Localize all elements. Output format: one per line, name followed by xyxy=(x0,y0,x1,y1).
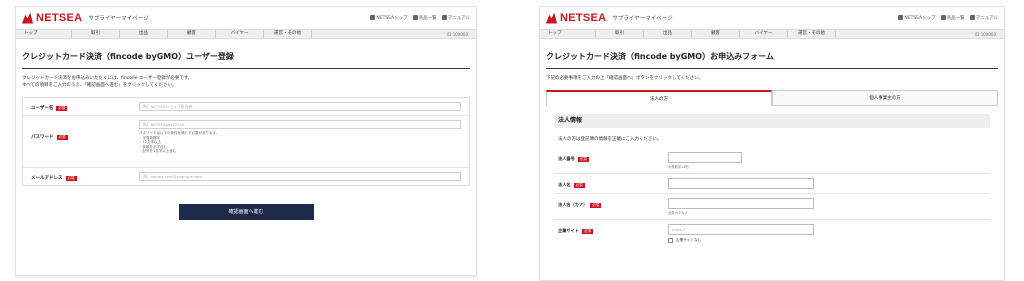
email-input[interactable]: 例）netsea_test@example.com xyxy=(139,172,461,181)
nav-top[interactable]: トップ xyxy=(548,30,596,38)
username-input[interactable]: 例）NETSEAショップ担当者 xyxy=(139,102,461,111)
nav-customers[interactable]: 顧客 xyxy=(692,30,740,38)
required-badge: 必須 xyxy=(56,105,68,111)
nav-buyers[interactable]: バイヤー xyxy=(740,30,788,38)
field-hint: 半角数字13桁 xyxy=(668,165,689,169)
intro-text: クレジットカード決済をお申込みいただくには、fincode ユーザー登録が必要で… xyxy=(22,76,193,88)
netsea-logo-icon xyxy=(22,12,33,24)
field-label: ユーザー名 xyxy=(31,106,54,111)
help-icon xyxy=(969,15,975,20)
field-label: メールアドレス xyxy=(31,176,63,181)
field-label: 法人名（カナ） xyxy=(558,202,588,207)
link-manual[interactable]: マニュアル xyxy=(969,15,998,21)
field-label: パスワード xyxy=(31,135,54,140)
required-badge: 必須 xyxy=(56,134,68,140)
checkbox-label: 企業サイトなし xyxy=(676,238,702,242)
form-row-password: パスワード 必須 例）NETSEApas12345 パスワードは以下の条件を満たす… xyxy=(23,116,469,168)
help-icon xyxy=(441,15,447,20)
corporate-info-form: 法人番号 必須 半角数字13桁 法人名 必須 法人名（カナ） 必須 全角カタカナ 企業… xyxy=(554,148,990,247)
required-badge: 必須 xyxy=(573,182,585,188)
form-row-company-site: 企業サイト 必須 https:// 企業サイトなし xyxy=(554,220,990,247)
brand-subtitle: サプライヤーマイページ xyxy=(88,16,149,22)
account-id[interactable]: ID:100000 xyxy=(975,32,996,37)
people-icon xyxy=(940,15,946,20)
header: NETSEA サプライヤーマイページ NETSEAトップ 商品一覧 マニュアル xyxy=(540,7,1004,29)
title-divider xyxy=(546,68,998,69)
nav-trade[interactable]: 取引 xyxy=(596,30,644,38)
corporate-name-kana-input[interactable] xyxy=(668,198,814,209)
link-manual[interactable]: マニュアル xyxy=(441,15,470,21)
brand-logo[interactable]: NETSEA サプライヤーマイページ xyxy=(546,12,673,24)
tab-corporation[interactable]: 法人の方 xyxy=(546,90,772,106)
brand-logo[interactable]: NETSEA サプライヤーマイページ xyxy=(22,12,149,24)
no-company-site-checkbox[interactable]: 企業サイトなし xyxy=(668,238,814,243)
nav-trade[interactable]: 取引 xyxy=(72,30,120,38)
nav-operations[interactable]: 運営・その他 xyxy=(264,30,312,38)
form-row-username: ユーザー名 必須 例）NETSEAショップ担当者 xyxy=(23,98,469,116)
form-row-corporate-number: 法人番号 必須 半角数字13桁 xyxy=(554,148,990,174)
nav-customers[interactable]: 顧客 xyxy=(168,30,216,38)
account-id[interactable]: ID:100000 xyxy=(447,32,468,37)
required-badge: 必須 xyxy=(65,175,77,181)
people-icon xyxy=(412,15,418,20)
link-netsea-top[interactable]: NETSEAトップ xyxy=(370,15,408,21)
home-icon xyxy=(898,15,904,20)
brand-subtitle: サプライヤーマイページ xyxy=(612,16,673,22)
form-row-corporate-name: 法人名 必須 xyxy=(554,174,990,194)
link-products[interactable]: 商品一覧 xyxy=(940,15,965,21)
registration-panel: NETSEA サプライヤーマイページ NETSEAトップ 商品一覧 マニュアル … xyxy=(15,6,477,276)
registration-form: ユーザー名 必須 例）NETSEAショップ担当者 パスワード 必須 例）NETSEA… xyxy=(22,97,470,186)
field-label: 法人番号 xyxy=(558,156,575,161)
netsea-logo-icon xyxy=(546,12,557,24)
page-title: クレジットカード決済（fincode byGMO）お申込みフォーム xyxy=(546,52,774,61)
main-nav: トップ 取引 出品 顧客 バイヤー 運営・その他 ID:100000 xyxy=(540,29,1004,39)
page-title: クレジットカード決済（fincode byGMO）ユーザー登録 xyxy=(22,52,234,61)
corporate-number-input[interactable] xyxy=(668,152,742,163)
link-products[interactable]: 商品一覧 xyxy=(412,15,437,21)
header-links: NETSEAトップ 商品一覧 マニュアル xyxy=(370,15,470,21)
home-icon xyxy=(370,15,376,20)
nav-listing[interactable]: 出品 xyxy=(120,30,168,38)
required-badge: 必須 xyxy=(577,156,589,162)
password-requirements: パスワードは以下の条件を満たす必要があります。 ・半角英数字 ・12文字以上 ・… xyxy=(139,131,220,154)
field-label: 企業サイト xyxy=(558,228,579,233)
required-badge: 必須 xyxy=(590,202,602,208)
checkbox-icon[interactable] xyxy=(668,238,673,243)
application-panel: NETSEA サプライヤーマイページ NETSEAトップ 商品一覧 マニュアル … xyxy=(539,6,1005,281)
title-divider xyxy=(22,68,470,69)
nav-operations[interactable]: 運営・その他 xyxy=(788,30,836,38)
header: NETSEA サプライヤーマイページ NETSEAトップ 商品一覧 マニュアル xyxy=(16,7,476,29)
tab-sole-proprietor[interactable]: 個人事業主の方 xyxy=(772,90,998,106)
field-label: 法人名 xyxy=(558,182,571,187)
required-badge: 必須 xyxy=(581,228,593,234)
intro-text: 下記の必要事項をご入力の上「確認画面へ」ボタンをクリックしてください。 xyxy=(546,76,704,81)
section-heading: 法人情報 xyxy=(554,114,990,128)
field-hint: 全角カタカナ xyxy=(668,211,688,215)
nav-listing[interactable]: 出品 xyxy=(644,30,692,38)
confirm-button[interactable]: 確認画面へ進む xyxy=(178,204,314,220)
link-netsea-top[interactable]: NETSEAトップ xyxy=(898,15,936,21)
company-site-input[interactable]: https:// xyxy=(668,224,814,235)
nav-top[interactable]: トップ xyxy=(24,30,72,38)
brand-name: NETSEA xyxy=(560,12,607,24)
main-nav: トップ 取引 出品 顧客 バイヤー 運営・その他 ID:100000 xyxy=(16,29,476,39)
brand-name: NETSEA xyxy=(36,12,83,24)
form-row-email: メールアドレス 必須 例）netsea_test@example.com xyxy=(23,168,469,185)
applicant-type-tabs: 法人の方 個人事業主の方 xyxy=(546,90,998,106)
password-input[interactable]: 例）NETSEApas12345 xyxy=(139,120,461,129)
header-links: NETSEAトップ 商品一覧 マニュアル xyxy=(898,15,998,21)
form-row-corporate-name-kana: 法人名（カナ） 必須 全角カタカナ xyxy=(554,194,990,220)
corporate-name-input[interactable] xyxy=(668,178,814,189)
section-intro: 法人の方は登記簿の情報を正確にご入力ください。 xyxy=(558,137,662,142)
nav-buyers[interactable]: バイヤー xyxy=(216,30,264,38)
